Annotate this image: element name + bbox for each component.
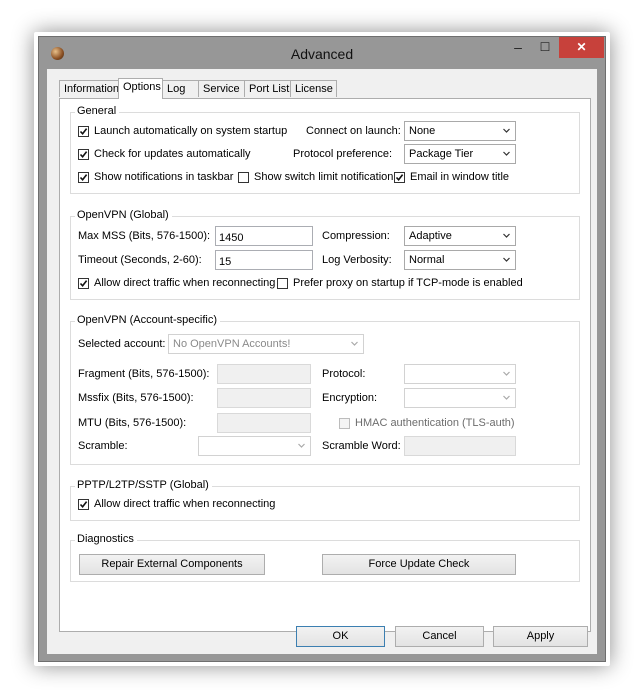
scramble-label: Scramble: xyxy=(78,440,128,452)
max-mss-input[interactable] xyxy=(215,226,313,246)
show-notifications-checkbox[interactable] xyxy=(78,172,89,183)
tab-license[interactable]: License xyxy=(290,80,337,97)
mssfix-label: Mssfix (Bits, 576-1500): xyxy=(78,392,194,404)
allow-direct-traffic-label: Allow direct traffic when reconnecting xyxy=(94,277,276,289)
chevron-down-icon xyxy=(503,257,510,262)
advanced-window: Advanced – ☐ ✕ Information Options Log S… xyxy=(38,36,606,662)
check-icon xyxy=(395,174,404,182)
email-title-label: Email in window title xyxy=(410,171,510,183)
fragment-input[interactable] xyxy=(217,364,311,384)
openvpn-account-group: OpenVPN (Account-specific) Selected acco… xyxy=(70,314,580,465)
tab-options[interactable]: Options xyxy=(118,78,163,99)
prefer-proxy-checkbox[interactable] xyxy=(277,278,288,289)
chevron-down-icon xyxy=(503,395,510,400)
openvpn-global-group: OpenVPN (Global) Max MSS (Bits, 576-1500… xyxy=(70,209,580,300)
cancel-button[interactable]: Cancel xyxy=(395,626,484,647)
log-verbosity-value: Normal xyxy=(409,254,445,266)
tab-information[interactable]: Information xyxy=(59,80,119,97)
chevron-down-icon xyxy=(351,341,358,346)
ok-button[interactable]: OK xyxy=(296,626,385,647)
chevron-down-icon xyxy=(503,128,510,133)
log-verbosity-label: Log Verbosity: xyxy=(322,254,392,266)
connect-on-launch-select[interactable]: None xyxy=(404,121,516,141)
selected-account-value: No OpenVPN Accounts! xyxy=(173,338,291,350)
diagnostics-group: Diagnostics Repair External Components F… xyxy=(70,533,580,582)
show-notifications-label: Show notifications in taskbar xyxy=(94,171,234,183)
chevron-down-icon xyxy=(503,371,510,376)
check-updates-label: Check for updates automatically xyxy=(94,148,251,160)
hmac-checkbox[interactable] xyxy=(339,418,350,429)
general-group-title: General xyxy=(75,105,120,117)
tab-service[interactable]: Service xyxy=(198,80,245,97)
title-bar[interactable]: Advanced – ☐ ✕ xyxy=(39,37,605,69)
max-mss-label: Max MSS (Bits, 576-1500): xyxy=(78,230,211,242)
connect-on-launch-value: None xyxy=(409,125,436,137)
scramble-word-label: Scramble Word: xyxy=(322,440,401,452)
close-button[interactable]: ✕ xyxy=(559,37,604,58)
dialog-client: Information Options Log Service Port Lis… xyxy=(47,69,597,654)
timeout-label: Timeout (Seconds, 2-60): xyxy=(78,254,202,266)
pptp-allow-direct-label: Allow direct traffic when reconnecting xyxy=(94,498,276,510)
check-icon xyxy=(79,280,88,288)
selected-account-select[interactable]: No OpenVPN Accounts! xyxy=(168,334,364,354)
mssfix-input[interactable] xyxy=(217,388,311,408)
launch-startup-checkbox[interactable] xyxy=(78,126,89,137)
timeout-input[interactable] xyxy=(215,250,313,270)
force-update-check-button[interactable]: Force Update Check xyxy=(322,554,516,575)
general-group: General Launch automatically on system s… xyxy=(70,105,580,194)
protocol-preference-select[interactable]: Package Tier xyxy=(404,144,516,164)
compression-select[interactable]: Adaptive xyxy=(404,226,516,246)
switch-limit-label: Show switch limit notification xyxy=(254,171,394,183)
connect-on-launch-label: Connect on launch: xyxy=(306,125,401,137)
repair-external-components-button[interactable]: Repair External Components xyxy=(79,554,265,575)
encryption-label: Encryption: xyxy=(322,392,378,404)
openvpn-global-title: OpenVPN (Global) xyxy=(75,209,172,221)
protocol-preference-label: Protocol preference: xyxy=(293,148,393,160)
fragment-label: Fragment (Bits, 576-1500): xyxy=(78,368,210,380)
tab-port-list[interactable]: Port List xyxy=(244,80,291,97)
scramble-word-input[interactable] xyxy=(404,436,516,456)
launch-startup-label: Launch automatically on system startup xyxy=(94,125,288,137)
protocol-select[interactable] xyxy=(404,364,516,384)
allow-direct-traffic-checkbox[interactable] xyxy=(78,278,89,289)
log-verbosity-select[interactable]: Normal xyxy=(404,250,516,270)
maximize-button[interactable]: ☐ xyxy=(532,37,558,58)
chevron-down-icon xyxy=(298,443,305,448)
check-icon xyxy=(79,151,88,159)
options-panel: General Launch automatically on system s… xyxy=(59,98,591,632)
protocol-label: Protocol: xyxy=(322,368,366,380)
mtu-label: MTU (Bits, 576-1500): xyxy=(78,417,187,429)
pptp-allow-direct-checkbox[interactable] xyxy=(78,499,89,510)
compression-label: Compression: xyxy=(322,230,390,242)
diagnostics-group-title: Diagnostics xyxy=(75,533,137,545)
hmac-label: HMAC authentication (TLS-auth) xyxy=(355,417,515,429)
chevron-down-icon xyxy=(503,233,510,238)
openvpn-account-title: OpenVPN (Account-specific) xyxy=(75,314,220,326)
tab-log[interactable]: Log xyxy=(162,80,199,97)
check-icon xyxy=(79,174,88,182)
pptp-group: PPTP/L2TP/SSTP (Global) Allow direct tra… xyxy=(70,479,580,521)
selected-account-label: Selected account: xyxy=(78,338,166,350)
email-title-checkbox[interactable] xyxy=(394,172,405,183)
encryption-select[interactable] xyxy=(404,388,516,408)
prefer-proxy-label: Prefer proxy on startup if TCP-mode is e… xyxy=(293,277,523,289)
check-icon xyxy=(79,501,88,509)
mtu-input[interactable] xyxy=(217,413,311,433)
check-updates-checkbox[interactable] xyxy=(78,149,89,160)
chevron-down-icon xyxy=(503,151,510,156)
compression-value: Adaptive xyxy=(409,230,452,242)
apply-button[interactable]: Apply xyxy=(493,626,588,647)
protocol-preference-value: Package Tier xyxy=(409,148,474,160)
pptp-group-title: PPTP/L2TP/SSTP (Global) xyxy=(75,479,212,491)
check-icon xyxy=(79,128,88,136)
switch-limit-checkbox[interactable] xyxy=(238,172,249,183)
minimize-button[interactable]: – xyxy=(505,37,531,58)
scramble-select[interactable] xyxy=(198,436,311,456)
